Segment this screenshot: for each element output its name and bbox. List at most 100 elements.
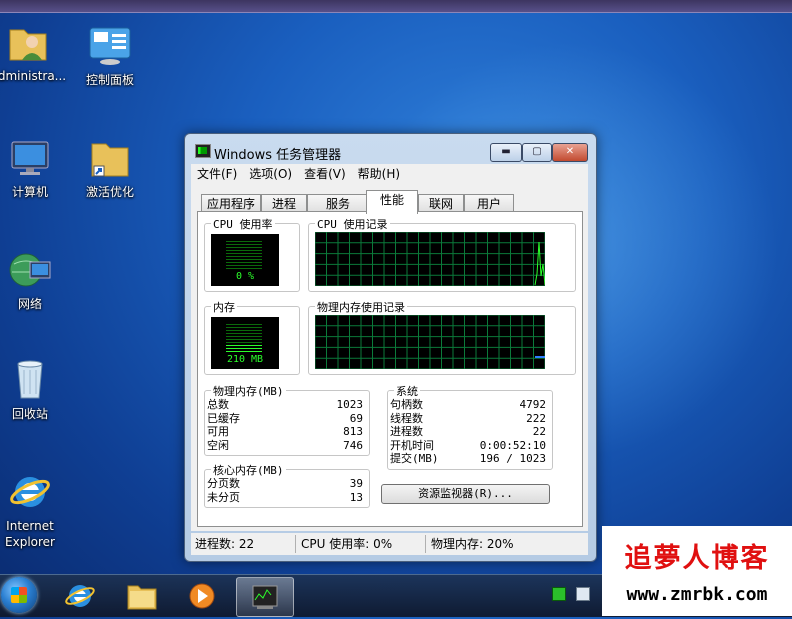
tray-task-manager-icon[interactable] xyxy=(552,587,566,601)
cpu-history-line xyxy=(534,241,545,286)
memory-history-group: 物理内存使用记录 xyxy=(308,299,576,375)
stat-value: 39 xyxy=(349,477,363,490)
start-button[interactable] xyxy=(1,577,37,613)
performance-panel: CPU 使用率 0 % CPU 使用记录 内存 210 MB 物理内存使用记录 … xyxy=(197,211,583,527)
stat-row: 已缓存 69 xyxy=(207,412,363,426)
media-player-icon xyxy=(189,583,215,609)
cpu-meter-bars xyxy=(226,239,262,269)
taskbar-internet-explorer[interactable] xyxy=(52,577,108,615)
cpu-history-group: CPU 使用记录 xyxy=(308,216,576,292)
menu-view[interactable]: 查看(V) xyxy=(298,164,352,184)
top-window-edge xyxy=(0,0,792,13)
stat-label: 空闲 xyxy=(207,438,229,452)
stat-row: 未分页 13 xyxy=(207,491,363,505)
memory-meter: 210 MB xyxy=(211,317,279,369)
tray-network-icon[interactable] xyxy=(576,587,590,601)
cpu-history-graph xyxy=(315,232,545,286)
task-manager-icon xyxy=(252,585,278,609)
stat-label: 未分页 xyxy=(207,490,240,504)
maximize-button[interactable]: ▢ xyxy=(522,143,552,162)
desktop-icon-label: Internet Explorer xyxy=(5,519,55,549)
folder-icon xyxy=(127,585,157,610)
kernel-memory-table: 分页数 39 未分页 13 xyxy=(207,477,363,504)
stat-label: 进程数 xyxy=(390,425,423,438)
cpu-usage-value: 0 % xyxy=(235,271,255,282)
computer-icon xyxy=(8,136,52,180)
memory-history-label: 物理内存使用记录 xyxy=(315,299,407,315)
desktop-icon-label: 网络 xyxy=(17,297,42,311)
kernel-memory-group: 核心内存(MB) 分页数 39 未分页 13 xyxy=(204,462,370,508)
menu-help[interactable]: 帮助(H) xyxy=(352,164,406,184)
memory-label: 内存 xyxy=(211,299,237,315)
taskbar-task-manager[interactable] xyxy=(236,577,294,617)
stat-row: 句柄数 4792 xyxy=(390,398,546,412)
desktop-icon-label: 回收站 xyxy=(11,407,48,421)
desktop-icon-control-panel[interactable]: 控制面板 xyxy=(70,24,150,88)
desktop-icon-internet-explorer[interactable]: Internet Explorer xyxy=(0,470,70,550)
cpu-history-label: CPU 使用记录 xyxy=(315,216,390,232)
status-divider xyxy=(295,535,296,553)
user-folder-icon xyxy=(6,20,50,64)
stat-row: 空闲 746 xyxy=(207,439,363,453)
menu-file[interactable]: 文件(F) xyxy=(191,164,243,184)
tab-performance[interactable]: 性能 xyxy=(366,190,418,214)
desktop-icon-network[interactable]: 网络 xyxy=(0,248,70,312)
close-button[interactable]: ✕ xyxy=(552,143,588,162)
cpu-usage-group: CPU 使用率 0 % xyxy=(204,216,300,292)
desktop-icon-activation[interactable]: 激活优化 xyxy=(70,136,150,200)
stat-value: 4792 xyxy=(519,398,547,411)
stat-value: 13 xyxy=(349,490,363,504)
watermark-title: 追夢人博客 xyxy=(624,543,770,574)
watermark: 追夢人博客 www.zmrbk.com xyxy=(602,526,792,616)
stat-label: 总数 xyxy=(207,398,229,411)
desktop-icon-computer[interactable]: 计算机 xyxy=(0,136,70,200)
task-manager-window[interactable]: Windows 任务管理器 ▬ ▢ ✕ 文件(F) 选项(O) 查看(V) 帮助(H)… xyxy=(184,133,597,562)
stat-row: 线程数 222 xyxy=(390,412,546,426)
memory-value: 210 MB xyxy=(226,354,264,365)
stat-label: 已缓存 xyxy=(207,411,240,425)
physical-memory-label: 物理内存(MB) xyxy=(211,383,286,399)
resource-monitor-button[interactable]: 资源监视器(R)... xyxy=(381,484,550,504)
taskbar-explorer[interactable] xyxy=(114,577,170,615)
status-cpu: CPU 使用率: 0% xyxy=(301,537,393,551)
stat-row: 提交(MB) 196 / 1023 xyxy=(390,452,546,466)
stat-label: 提交(MB) xyxy=(390,452,439,465)
status-memory: 物理内存: 20% xyxy=(431,537,514,551)
stat-value: 69 xyxy=(349,411,363,425)
desktop-icon-label: 控制面板 xyxy=(85,73,134,87)
system-group: 系统 句柄数 4792 线程数 222 进程数 22 开机时间 0:00:52:10 提… xyxy=(387,383,553,470)
window-client-area: 应用程序 进程 服务 性能 联网 用户 CPU 使用率 0 % CPU 使用记录 xyxy=(191,184,588,531)
physical-memory-group: 物理内存(MB) 总数 1023 已缓存 69 可用 813 空闲 746 xyxy=(204,383,370,456)
desktop-icon-administrator[interactable]: Administra... xyxy=(0,20,68,84)
stat-value: 0:00:52:10 xyxy=(479,438,546,452)
taskbar-media-player[interactable] xyxy=(174,577,230,615)
memory-group: 内存 210 MB xyxy=(204,299,300,375)
window-titlebar[interactable]: Windows 任务管理器 ▬ ▢ ✕ xyxy=(185,134,596,164)
task-manager-icon xyxy=(195,144,211,158)
desktop-icon-label: 计算机 xyxy=(11,185,48,199)
stat-label: 分页数 xyxy=(207,477,240,490)
stat-label: 线程数 xyxy=(390,411,423,425)
stat-row: 进程数 22 xyxy=(390,425,546,439)
stat-value: 196 / 1023 xyxy=(479,452,546,465)
internet-explorer-icon xyxy=(8,470,52,514)
desktop-icon-recycle-bin[interactable]: 回收站 xyxy=(0,358,70,422)
menu-options[interactable]: 选项(O) xyxy=(243,164,298,184)
recycle-bin-icon xyxy=(8,358,52,402)
stat-value: 813 xyxy=(343,425,363,438)
stat-label: 开机时间 xyxy=(390,438,434,452)
stat-label: 句柄数 xyxy=(390,398,423,411)
stat-value: 746 xyxy=(343,438,363,452)
stat-value: 222 xyxy=(526,411,546,425)
minimize-button[interactable]: ▬ xyxy=(490,143,522,162)
cpu-history-svg xyxy=(315,232,545,286)
network-icon xyxy=(8,248,52,292)
stat-row: 可用 813 xyxy=(207,425,363,439)
stat-value: 22 xyxy=(532,425,546,438)
stat-value: 1023 xyxy=(336,398,364,411)
folder-shortcut-icon xyxy=(88,136,132,180)
internet-explorer-icon xyxy=(65,585,95,607)
window-title: Windows 任务管理器 xyxy=(214,148,342,163)
physical-memory-table: 总数 1023 已缓存 69 可用 813 空闲 746 xyxy=(207,398,363,452)
memory-history-graph xyxy=(315,315,545,369)
